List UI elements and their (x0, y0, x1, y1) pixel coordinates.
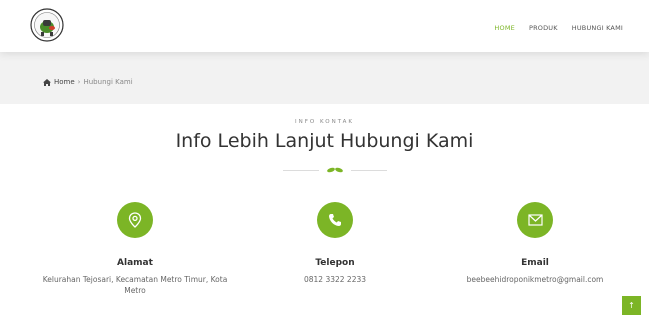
location-pin-icon (117, 202, 153, 238)
contact-phone: 0812 3322 2233 (303, 275, 367, 284)
nav-item-hubungi-kami[interactable]: HUBUNGI KAMI (572, 24, 623, 32)
contact-card-telepon: Telepon 0812 3322 2233 (235, 202, 435, 285)
contact-title: Telepon (315, 258, 355, 268)
leaf-divider (283, 167, 387, 173)
scroll-to-top-button[interactable]: ↑ (622, 296, 641, 315)
main-nav: HOME PRODUK HUBUNGI KAMI (494, 24, 623, 32)
contact-card-email: Email beebeehidroponikmetro@gmail.com (435, 202, 635, 285)
divider-line-left (283, 170, 319, 171)
site-header: HOME PRODUK HUBUNGI KAMI (0, 0, 649, 52)
contact-card-alamat: Alamat Kelurahan Tejosari, Kecamatan Met… (35, 202, 235, 296)
breadcrumb-current: Hubungi Kami (83, 78, 133, 86)
arrow-up-icon: ↑ (628, 301, 635, 310)
contact-title: Email (521, 258, 549, 268)
breadcrumb-bar: Home › Hubungi Kami (0, 52, 649, 104)
envelope-icon (517, 202, 553, 238)
phone-icon (317, 202, 353, 238)
contact-address: Kelurahan Tejosari, Kecamatan Metro Timu… (42, 275, 228, 295)
section-tag: INFO KONTAK (294, 119, 355, 125)
home-icon (43, 78, 51, 86)
contact-title: Alamat (117, 258, 153, 268)
site-logo[interactable] (30, 8, 64, 42)
breadcrumb-home-link[interactable]: Home (43, 78, 75, 86)
contact-email[interactable]: beebeehidroponikmetro@gmail.com (435, 274, 635, 285)
nav-item-home[interactable]: HOME (494, 24, 515, 32)
nav-item-produk[interactable]: PRODUK (529, 24, 558, 32)
breadcrumb: Home › Hubungi Kami (43, 78, 133, 86)
divider-line-right (351, 170, 387, 171)
breadcrumb-separator: › (77, 78, 81, 86)
breadcrumb-home-label: Home (54, 78, 75, 86)
page-title: Info Lebih Lanjut Hubungi Kami (175, 130, 474, 152)
leaf-icon (327, 167, 343, 173)
